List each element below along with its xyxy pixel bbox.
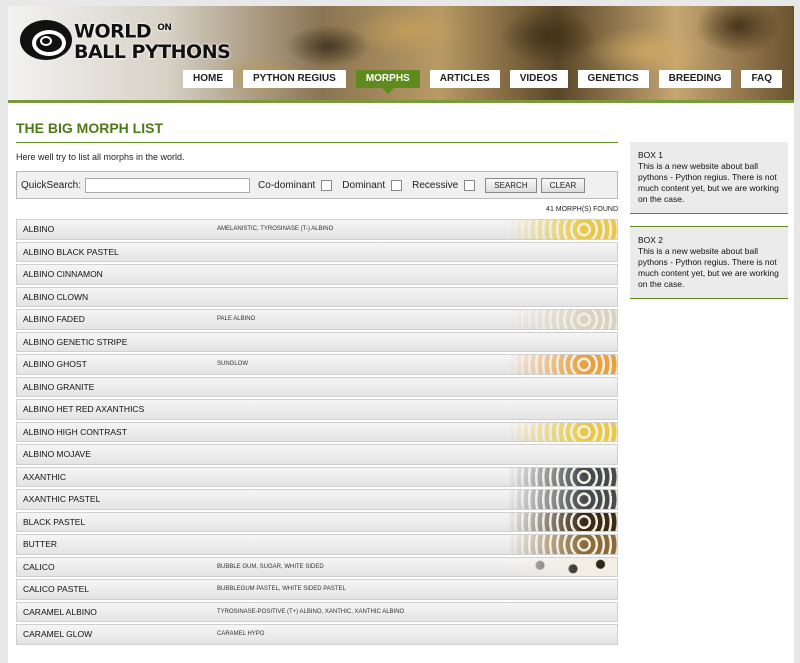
morph-row[interactable]: CALICO PASTEL BUBBLEGUM PASTEL, WHITE SID… bbox=[16, 579, 618, 600]
morph-name[interactable]: CALICO PASTEL bbox=[17, 584, 217, 594]
morph-thumbnail bbox=[507, 557, 617, 576]
morph-name[interactable]: ALBINO GHOST bbox=[17, 359, 217, 369]
intro-text: Here well try to list all morphs in the … bbox=[16, 152, 185, 162]
morph-name[interactable]: CARAMEL GLOW bbox=[17, 629, 217, 639]
morph-row[interactable]: ALBINO BLACK PASTEL bbox=[16, 241, 618, 262]
morph-row[interactable]: CARAMEL GLOW CARAMEL HYPO bbox=[16, 624, 618, 645]
morph-alias: AMELANISTIC, TYROSINASE (T-) ALBINO bbox=[217, 226, 334, 233]
morph-name[interactable]: ALBINO HET RED AXANTHICS bbox=[17, 404, 217, 414]
morph-row[interactable]: ALBINO CLOWN bbox=[16, 286, 618, 307]
morph-name[interactable]: ALBINO HIGH CONTRAST bbox=[17, 427, 217, 437]
morph-thumbnail bbox=[507, 535, 617, 554]
main-nav: HOME PYTHON REGIUS MORPHS ARTICLES VIDEOS GEN… bbox=[183, 70, 782, 94]
morph-name[interactable]: BUTTER bbox=[17, 539, 217, 549]
morph-row[interactable]: ALBINO FADED PALE ALBINO bbox=[16, 309, 618, 330]
morph-row[interactable]: CARAMEL ALBINO TYROSINASE-POSITIVE (T+) A… bbox=[16, 601, 618, 622]
morph-name[interactable]: ALBINO GENETIC STRIPE bbox=[17, 337, 217, 347]
sidebar: BOX 1 This is a new website about ball py… bbox=[630, 142, 788, 311]
nav-item-genetics[interactable]: GENETICS bbox=[577, 70, 649, 88]
morph-list: ALBINO AMELANISTIC, TYROSINASE (T-) ALBIN… bbox=[16, 219, 618, 645]
recessive-label: Recessive bbox=[412, 179, 459, 191]
morph-row[interactable]: BLACK PASTEL bbox=[16, 511, 618, 532]
morph-alias: BUBBLEGUM PASTEL, WHITE SIDED PASTEL bbox=[217, 586, 346, 593]
morph-row[interactable]: ALBINO GENETIC STRIPE bbox=[16, 331, 618, 352]
logo-word-world: WORLD bbox=[74, 20, 152, 43]
morph-name[interactable]: ALBINO bbox=[17, 224, 217, 234]
python-logo-icon bbox=[20, 20, 72, 60]
sidebar-box-2: BOX 2 This is a new website about ball py… bbox=[630, 226, 788, 299]
morph-alias: SUNGLOW bbox=[217, 361, 249, 368]
nav-item-breeding[interactable]: BREEDING bbox=[658, 70, 732, 88]
sidebar-box-text: This is a new website about ball pythons… bbox=[638, 161, 779, 204]
morph-thumbnail bbox=[507, 490, 617, 509]
page: WORLD ON BALL PYTHONS HOME PYTHON REGIUS M… bbox=[8, 6, 794, 663]
dominant-checkbox[interactable] bbox=[391, 179, 403, 191]
main-content: THE BIG MORPH LIST Here well try to list… bbox=[16, 120, 618, 647]
morph-alias: CARAMEL HYPO bbox=[217, 631, 265, 638]
morph-thumbnail bbox=[507, 422, 617, 441]
morph-row[interactable]: AXANTHIC bbox=[16, 466, 618, 487]
clear-button[interactable]: CLEAR bbox=[540, 177, 586, 193]
nav-item-home[interactable]: HOME bbox=[183, 70, 234, 88]
logo-word-ball-pythons: BALL PYTHONS bbox=[74, 40, 231, 63]
site-logo[interactable]: WORLD ON BALL PYTHONS bbox=[20, 16, 231, 64]
morph-row[interactable]: ALBINO GHOST SUNGLOW bbox=[16, 354, 618, 375]
morph-row[interactable]: ALBINO HET RED AXANTHICS bbox=[16, 399, 618, 420]
morph-name[interactable]: ALBINO CINNAMON bbox=[17, 269, 217, 279]
codominant-label: Co-dominant bbox=[258, 179, 316, 191]
dominant-label: Dominant bbox=[342, 179, 386, 191]
nav-item-faq[interactable]: FAQ bbox=[741, 70, 782, 88]
morph-alias: TYROSINASE-POSITIVE (T+) ALBINO, XANTHIC… bbox=[217, 608, 405, 615]
morph-row[interactable]: ALBINO CINNAMON bbox=[16, 264, 618, 285]
sidebar-box-title: BOX 1 bbox=[638, 150, 664, 160]
morph-name[interactable]: CALICO bbox=[17, 562, 217, 572]
site-header: WORLD ON BALL PYTHONS HOME PYTHON REGIUS M… bbox=[8, 6, 794, 103]
morph-row[interactable]: ALBINO AMELANISTIC, TYROSINASE (T-) ALBIN… bbox=[16, 219, 618, 240]
nav-item-python-regius[interactable]: PYTHON REGIUS bbox=[243, 70, 346, 88]
logo-word-on: ON bbox=[157, 23, 172, 34]
morph-row[interactable]: AXANTHIC PASTEL bbox=[16, 489, 618, 510]
quick-search-bar: QuickSearch: Co-dominant Dominant Recess… bbox=[16, 171, 618, 199]
morph-name[interactable]: ALBINO CLOWN bbox=[17, 292, 217, 302]
nav-item-morphs[interactable]: MORPHS bbox=[355, 70, 420, 94]
morph-name[interactable]: ALBINO MOJAVE bbox=[17, 449, 217, 459]
morph-thumbnail bbox=[507, 467, 617, 486]
sidebar-box-text: This is a new website about ball pythons… bbox=[638, 246, 779, 289]
morph-row[interactable]: ALBINO HIGH CONTRAST bbox=[16, 421, 618, 442]
morph-name[interactable]: AXANTHIC PASTEL bbox=[17, 494, 217, 504]
sidebar-box-1: BOX 1 This is a new website about ball py… bbox=[630, 142, 788, 214]
page-title: THE BIG MORPH LIST bbox=[16, 120, 618, 143]
morph-thumbnail bbox=[507, 512, 617, 531]
logo-text: WORLD ON BALL PYTHONS bbox=[74, 18, 231, 63]
morph-thumbnail bbox=[507, 310, 617, 329]
morph-row[interactable]: ALBINO GRANITE bbox=[16, 376, 618, 397]
morph-row[interactable]: BUTTER bbox=[16, 534, 618, 555]
search-button[interactable]: SEARCH bbox=[485, 177, 537, 193]
morph-thumbnail bbox=[507, 355, 617, 374]
nav-item-articles[interactable]: ARTICLES bbox=[429, 70, 500, 88]
quick-search-label: QuickSearch: bbox=[21, 179, 82, 191]
morph-alias: PALE ALBINO bbox=[217, 316, 256, 323]
morph-name[interactable]: AXANTHIC bbox=[17, 472, 217, 482]
morph-name[interactable]: BLACK PASTEL bbox=[17, 517, 217, 527]
morph-name[interactable]: ALBINO BLACK PASTEL bbox=[17, 247, 217, 257]
morph-name[interactable]: ALBINO FADED bbox=[17, 314, 217, 324]
morph-alias: BUBBLE GUM, SUGAR, WHITE SIDED bbox=[217, 563, 324, 570]
nav-item-videos[interactable]: VIDEOS bbox=[509, 70, 568, 88]
codominant-checkbox[interactable] bbox=[321, 179, 333, 191]
recessive-checkbox[interactable] bbox=[464, 179, 476, 191]
morph-row[interactable]: CALICO BUBBLE GUM, SUGAR, WHITE SIDED bbox=[16, 556, 618, 577]
morph-thumbnail bbox=[507, 220, 617, 239]
sidebar-box-title: BOX 2 bbox=[638, 235, 664, 245]
quick-search-input[interactable] bbox=[85, 177, 251, 193]
morph-row[interactable]: ALBINO MOJAVE bbox=[16, 444, 618, 465]
morph-name[interactable]: CARAMEL ALBINO bbox=[17, 607, 217, 617]
morph-name[interactable]: ALBINO GRANITE bbox=[17, 382, 217, 392]
results-count: 41 MORPH(S) FOUND bbox=[546, 206, 618, 213]
